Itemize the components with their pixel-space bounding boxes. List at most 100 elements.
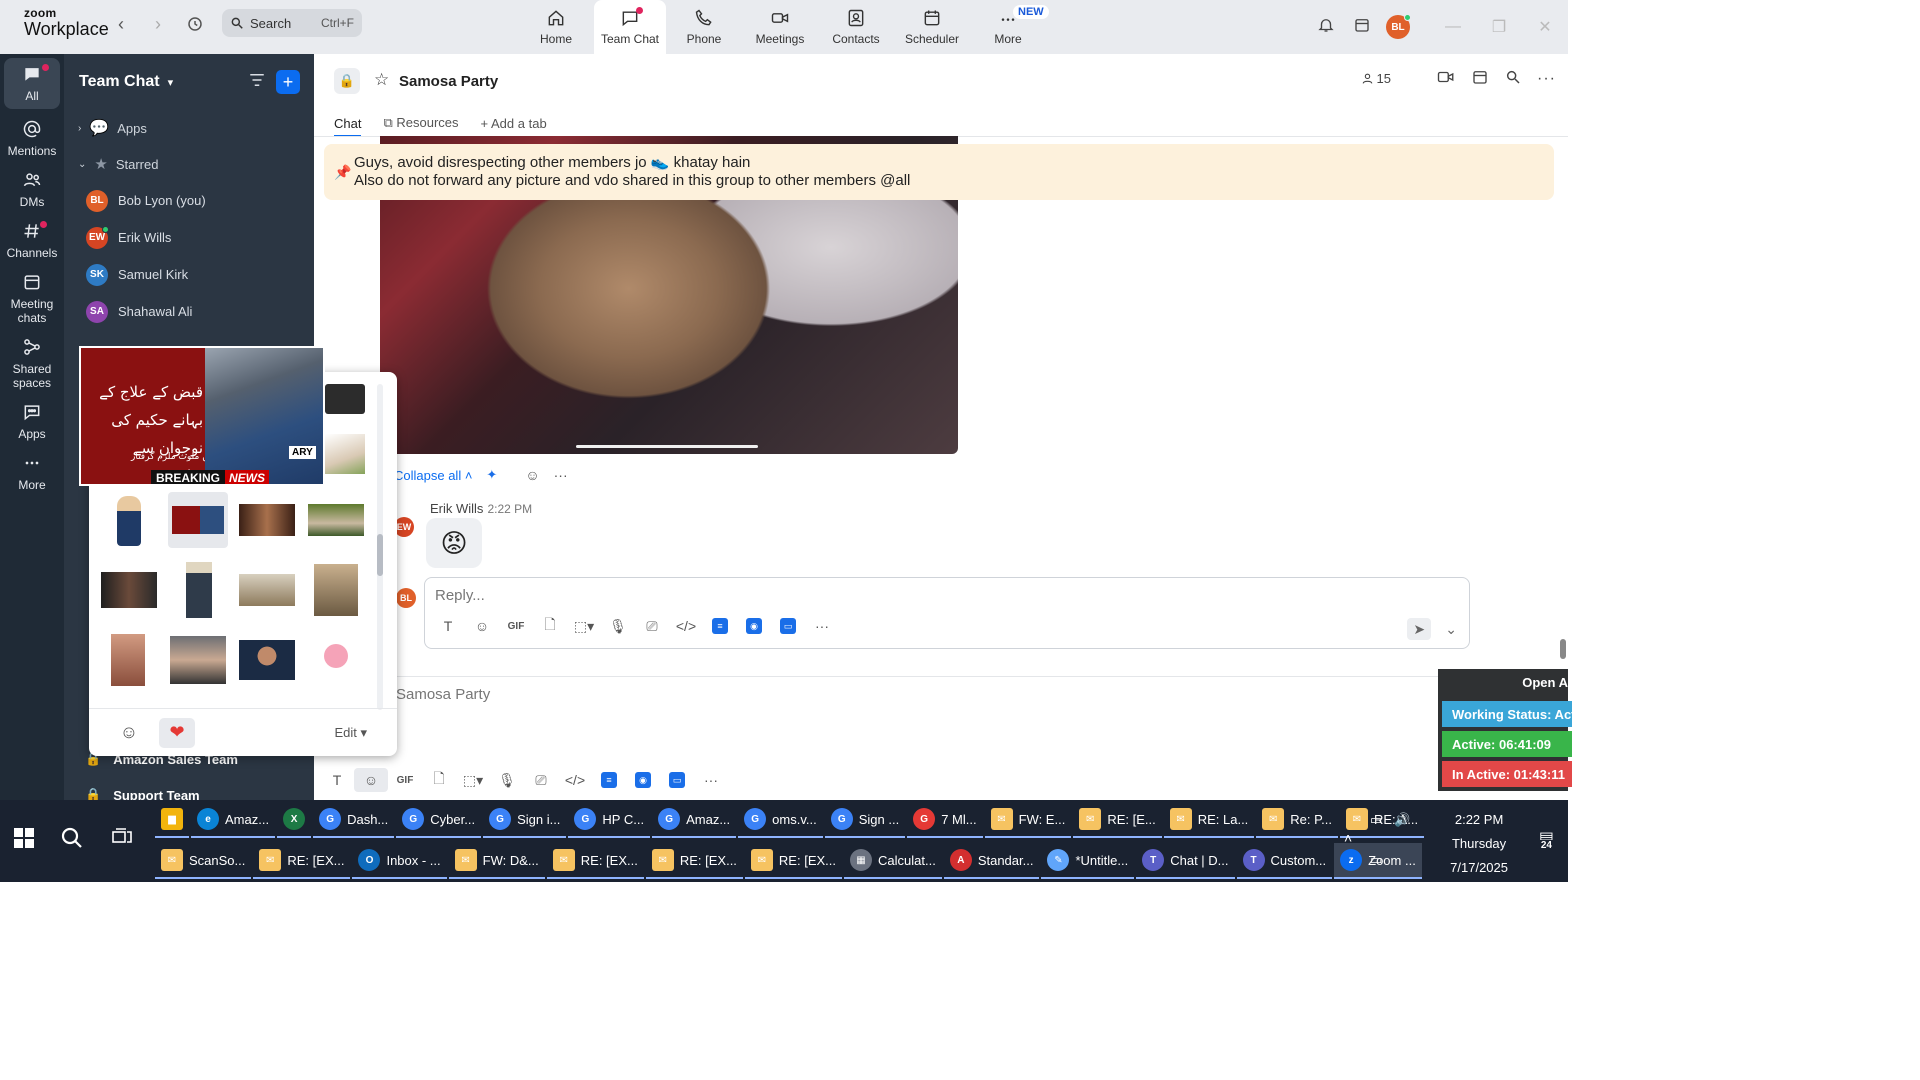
network-icon[interactable]: ▭ [1370,852,1382,868]
code-icon[interactable]: </> [669,614,703,638]
collapse-all-button[interactable]: Collapse all ˄ [394,468,472,483]
more-options-icon[interactable]: ··· [694,768,728,792]
file-icon[interactable]: 🗋 [422,768,456,792]
taskbar-item-mail[interactable]: ✉ RE: [EX... [744,843,842,879]
taskbar-item-chrome[interactable]: G Amaz... [652,802,737,838]
taskbar-item-notepad[interactable]: ✎ *Untitle... [1041,843,1135,879]
rail-apps[interactable]: Apps [0,396,64,447]
sticker-thumbnail[interactable] [168,632,228,688]
battery-icon[interactable]: ▭ [1370,812,1382,828]
sticker-thumbnail[interactable] [306,492,366,548]
sticker-thumbnail[interactable] [306,632,366,688]
compose-input[interactable]: Samosa Party [396,686,490,703]
sticker-thumbnail[interactable] [168,562,228,618]
microphone-icon[interactable]: 🎙 [490,768,524,792]
tab-add[interactable]: + Add a tab [481,116,547,131]
video-message-icon[interactable]: ⎚ [635,614,669,638]
taskbar-item-mail[interactable]: ✉ RE: La... [1163,802,1255,838]
video-icon[interactable] [1437,69,1455,88]
taskbar-item-edge[interactable]: e Amaz... [191,802,276,838]
rail-mentions[interactable]: Mentions [0,113,64,164]
task-view-icon[interactable] [112,828,132,851]
history-icon[interactable] [186,15,204,38]
search-icon[interactable] [60,826,84,856]
tab-chat[interactable]: Chat [334,116,362,137]
app-icon[interactable]: ▭ [771,614,805,638]
pinned-message[interactable]: 📌 Guys, avoid disrespecting other member… [324,144,1554,200]
taskbar-item-teams[interactable]: T Chat | D... [1136,843,1235,879]
profile-avatar[interactable]: BL [1380,14,1416,39]
app-icon[interactable]: ◉ [626,768,660,792]
contact-item[interactable]: SA Shahawal Ali [64,293,314,330]
apps-section[interactable]: › 💬 Apps [64,110,314,146]
message-bubble[interactable]: 😡 [426,518,482,568]
nav-meetings[interactable]: Meetings [742,0,818,54]
taskbar-item-mail[interactable]: ✉ FW: D&... [448,843,545,879]
picker-scrollbar[interactable] [377,384,383,710]
edit-button[interactable]: Edit ▾ [334,725,367,741]
scrollbar-thumb[interactable] [377,534,383,576]
file-icon[interactable]: 🗋 [533,614,567,638]
scrollbar-thumb[interactable] [1560,639,1566,659]
channel-title[interactable]: Samosa Party [399,73,498,90]
nav-scheduler[interactable]: Scheduler [894,0,970,54]
sticker-thumbnail[interactable] [99,632,159,688]
taskbar-item-chrome[interactable]: G Cyber... [396,802,482,838]
emoji-icon[interactable]: ☺ [465,614,499,638]
code-icon[interactable]: </> [558,768,592,792]
clock[interactable]: 2:22 PM Thursday 7/17/2025 [1450,808,1508,880]
sticker-thumbnail[interactable] [237,492,297,548]
emoji-icon[interactable]: ☺ [354,768,388,792]
windows-start-icon[interactable] [14,828,34,854]
taskbar-item-pdf[interactable]: A Standar... [943,843,1040,879]
search-box[interactable]: Search Ctrl+F [222,9,362,37]
contact-item[interactable]: BL Bob Lyon (you) [64,182,314,219]
close-button[interactable]: ✕ [1522,17,1568,37]
nav-phone[interactable]: Phone [666,0,742,54]
taskbar-item-mail[interactable]: ✉ FW: E... [984,802,1072,838]
taskbar-item-mail[interactable]: ✉ RE: [EX... [645,843,743,879]
screenshot-icon[interactable]: ⬚▾ [567,614,601,638]
forward-arrow-icon[interactable]: › [155,14,161,35]
chevron-up-icon[interactable]: ˄ [1344,830,1352,846]
search-icon[interactable] [1505,69,1521,88]
format-text-icon[interactable]: T [320,768,354,792]
taskbar-item-mail[interactable]: ✉ RE: [EX... [253,843,351,879]
tab-resources[interactable]: ⧉ Resources [383,115,458,131]
more-options-icon[interactable]: ··· [554,467,568,483]
taskbar-item-mail[interactable]: ✉ RE: [E... [1073,802,1162,838]
taskbar-item-mail[interactable]: ✉ ScanSo... [155,843,252,879]
members-button[interactable]: 15 [1361,71,1391,86]
format-text-icon[interactable]: T [431,614,465,638]
bell-icon[interactable] [1308,16,1344,39]
nav-contacts[interactable]: Contacts [818,0,894,54]
star-outline-icon[interactable]: ☆ [374,70,389,90]
favorites-heart-icon[interactable]: ❤ [159,717,195,748]
sticker-thumbnail-selected[interactable] [168,492,228,548]
rail-more[interactable]: More [0,447,64,498]
taskbar-item-chrome[interactable]: G Sign i... [483,802,567,838]
rail-channels[interactable]: Channels [0,215,64,266]
chevron-down-icon[interactable]: ▾ [168,76,174,89]
open-button[interactable]: Open A [1522,675,1568,690]
app-icon[interactable]: ≡ [703,614,737,638]
taskbar-item-chrome[interactable]: G Sign ... [824,802,906,838]
rail-all[interactable]: All [4,58,60,109]
taskbar-item-excel[interactable]: X [277,802,312,838]
rail-shared-spaces[interactable]: Shared spaces [0,331,64,396]
maximize-button[interactable]: ❐ [1476,17,1522,37]
nav-team-chat[interactable]: Team Chat [594,0,666,54]
back-arrow-icon[interactable]: ‹ [118,14,124,35]
taskbar-item-chrome[interactable]: G Dash... [313,802,395,838]
contact-item[interactable]: EW Erik Wills [64,219,314,256]
screenshot-icon[interactable]: ⬚▾ [456,768,490,792]
sticker-thumbnail[interactable] [99,562,159,618]
contact-item[interactable]: SK Samuel Kirk [64,256,314,293]
ai-sparkle-icon[interactable]: ✦ [486,467,497,483]
reply-input[interactable] [435,587,1335,604]
chevron-down-icon[interactable]: ⌄ [1445,621,1457,638]
taskbar-item-folder[interactable]: ▆ [155,802,189,838]
send-icon[interactable]: ➤ [1407,618,1432,640]
emoji-tab-icon[interactable]: ☺ [111,718,147,748]
nav-home[interactable]: Home [518,0,594,54]
